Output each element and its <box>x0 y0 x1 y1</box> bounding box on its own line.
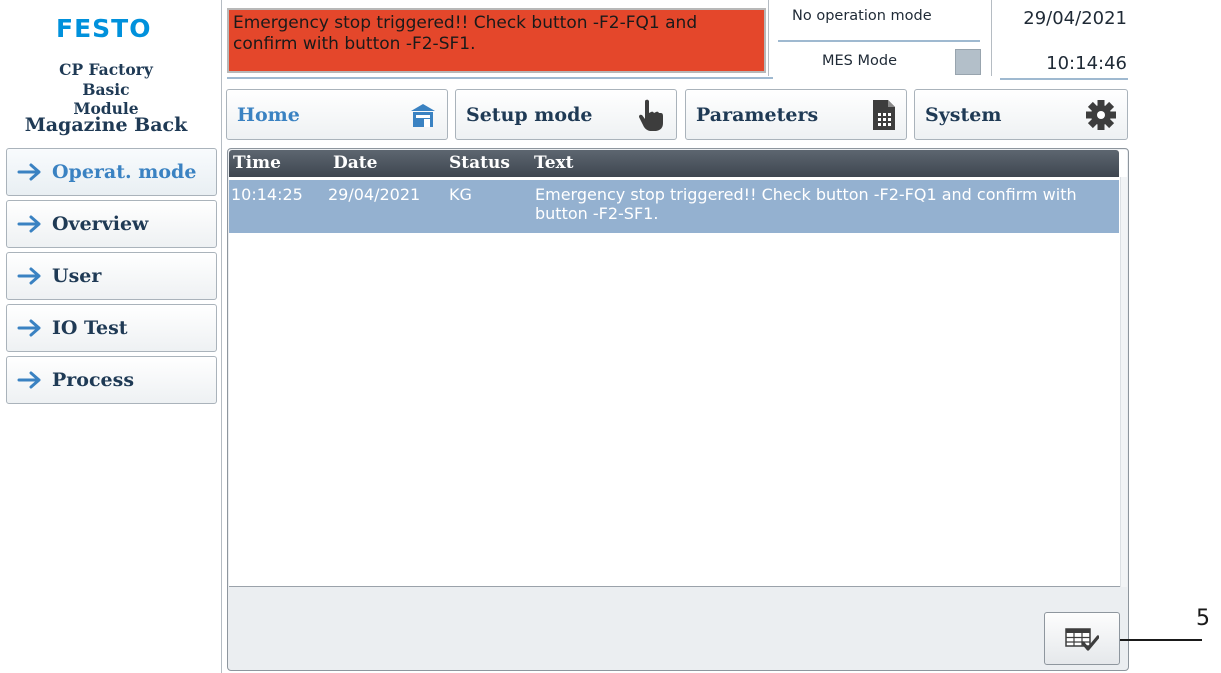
tab-label: Home <box>237 103 300 126</box>
cell-date: 29/04/2021 <box>328 185 421 204</box>
callout-line <box>1120 639 1202 641</box>
festo-logo: FESTO <box>56 14 152 43</box>
current-date: 29/04/2021 <box>1023 8 1127 29</box>
current-time: 10:14:46 <box>1046 53 1127 74</box>
nav-item-user[interactable]: User <box>6 252 217 300</box>
alarm-message[interactable]: Emergency stop triggered!! Check button … <box>227 8 766 73</box>
tab-system[interactable]: System <box>914 89 1128 140</box>
divider <box>227 77 773 79</box>
nav-item-io-test[interactable]: IO Test <box>6 304 217 352</box>
cell-status: KG <box>449 185 472 204</box>
arrow-right-icon <box>17 319 41 337</box>
station-name: Magazine Back <box>24 114 188 136</box>
tab-parameters[interactable]: Parameters <box>685 89 907 140</box>
arrow-right-icon <box>17 371 41 389</box>
sidebar-divider <box>221 0 222 673</box>
nav-label: Process <box>52 369 135 391</box>
nav-item-process[interactable]: Process <box>6 356 217 404</box>
divider <box>991 0 992 76</box>
cell-time: 10:14:25 <box>231 185 303 204</box>
home-icon <box>411 103 435 127</box>
acknowledge-list-icon <box>1065 627 1099 651</box>
nav-label: IO Test <box>52 317 128 339</box>
hand-pointer-icon <box>639 99 663 131</box>
divider <box>768 0 769 76</box>
tab-home[interactable]: Home <box>226 89 448 140</box>
nav-item-operat-mode[interactable]: Operat. mode <box>6 148 217 196</box>
tab-setup-mode[interactable]: Setup mode <box>455 89 677 140</box>
operation-mode-status: No operation mode <box>792 8 932 24</box>
cell-text: Emergency stop triggered!! Check button … <box>535 185 1077 223</box>
table-header: Time Date Status Text <box>229 150 1119 177</box>
nav-label: Overview <box>52 213 149 235</box>
document-icon <box>873 99 895 130</box>
mes-mode-indicator[interactable] <box>955 49 981 75</box>
tab-label: Parameters <box>696 103 819 126</box>
gear-icon <box>1086 99 1116 130</box>
arrow-right-icon <box>17 267 41 285</box>
arrow-right-icon <box>17 215 41 233</box>
module-label: Basic Module <box>73 80 139 118</box>
tab-label: Setup mode <box>466 103 593 126</box>
nav-item-overview[interactable]: Overview <box>6 200 217 248</box>
divider <box>1000 78 1128 80</box>
column-header-status[interactable]: Status <box>449 153 510 173</box>
column-header-text[interactable]: Text <box>534 153 574 173</box>
callout-number: 5 <box>1196 606 1210 631</box>
divider <box>778 40 980 42</box>
arrow-right-icon <box>17 163 41 181</box>
nav-label: User <box>52 265 102 287</box>
product-line-label: CP Factory <box>59 60 153 79</box>
column-header-date[interactable]: Date <box>333 153 377 173</box>
mes-mode-label: MES Mode <box>822 53 897 69</box>
column-header-time[interactable]: Time <box>233 153 281 173</box>
table-scrollbar[interactable] <box>1120 177 1127 587</box>
tab-label: System <box>925 103 1002 126</box>
table-row[interactable]: 10:14:25 29/04/2021 KG Emergency stop tr… <box>229 180 1119 233</box>
nav-label: Operat. mode <box>52 161 197 183</box>
acknowledge-button[interactable] <box>1044 612 1120 665</box>
